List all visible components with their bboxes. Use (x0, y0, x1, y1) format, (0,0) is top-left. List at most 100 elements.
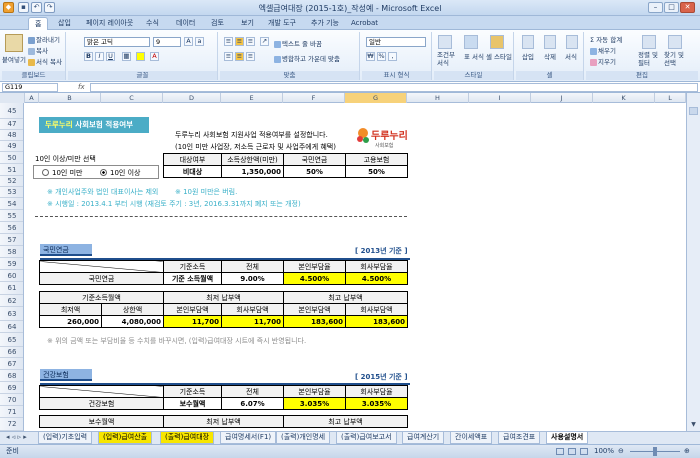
table-cell[interactable]: 260,000 (39, 315, 102, 328)
table-cell[interactable]: 4.500% (345, 272, 408, 285)
sheet-tab[interactable]: 간이세액표 (450, 432, 493, 444)
italic-icon[interactable]: I (95, 52, 104, 61)
zoom-slider-thumb[interactable] (653, 447, 657, 456)
row-header[interactable]: 63 (0, 307, 23, 321)
table-cell[interactable]: 6.07% (221, 397, 284, 410)
row-header[interactable]: 65 (0, 333, 23, 347)
align-right-icon[interactable]: ≡ (246, 52, 255, 61)
table-cell[interactable]: 183,600 (283, 315, 346, 328)
tab-data[interactable]: 데이터 (170, 17, 201, 30)
row-header[interactable]: 67 (0, 358, 23, 370)
row-header[interactable]: 66 (0, 347, 23, 358)
cell-styles-icon[interactable] (490, 35, 504, 49)
column-header[interactable]: B (39, 93, 101, 103)
copy-button[interactable]: 복사 (28, 45, 48, 55)
page-layout-view-icon[interactable] (568, 448, 576, 455)
percent-icon[interactable]: % (377, 52, 386, 61)
column-header[interactable]: E (221, 93, 283, 103)
comma-icon[interactable]: , (388, 52, 397, 61)
row-header[interactable]: 60 (0, 270, 23, 282)
align-center-icon[interactable]: ≡ (235, 52, 244, 61)
row-header[interactable]: 72 (0, 418, 23, 431)
tab-page-layout[interactable]: 페이지 레이아웃 (80, 17, 139, 30)
zoom-in-icon[interactable]: ⊕ (684, 445, 690, 458)
row-header[interactable]: 59 (0, 258, 23, 270)
row-header[interactable]: 70 (0, 394, 23, 406)
delete-button[interactable]: 삭제 (544, 51, 556, 61)
insert-button[interactable]: 삽입 (522, 51, 534, 61)
fill-color-icon[interactable] (136, 52, 145, 61)
binoculars-icon[interactable] (668, 35, 682, 49)
row-header[interactable]: 64 (0, 321, 23, 333)
format-button[interactable]: 서식 (565, 51, 577, 61)
minimize-button[interactable]: – (648, 2, 663, 13)
row-header[interactable]: 69 (0, 382, 23, 394)
paste-icon[interactable] (5, 34, 23, 52)
column-header[interactable]: J (531, 93, 593, 103)
sheet-tab[interactable]: (출력)개인명세 (276, 432, 331, 444)
conditional-format-button[interactable]: 조건부 서식 (437, 51, 457, 67)
align-left-icon[interactable]: ≡ (224, 52, 233, 61)
font-size-combo[interactable]: 9 (153, 37, 181, 47)
row-header[interactable]: 52 (0, 176, 23, 187)
bold-icon[interactable]: B (84, 52, 93, 61)
row-header[interactable]: 57 (0, 234, 23, 246)
table-cell[interactable]: 183,600 (345, 315, 408, 328)
border-icon[interactable]: ▦ (122, 52, 131, 61)
sheet-tab[interactable]: (입력)급여산출 (98, 432, 153, 444)
paste-button[interactable]: 붙여넣기 (2, 54, 26, 64)
table-cell[interactable]: 50% (345, 165, 408, 178)
column-header[interactable]: L (655, 93, 686, 103)
fill-button[interactable]: 채우기 (590, 45, 616, 55)
clear-button[interactable]: 지우기 (590, 56, 616, 66)
row-header[interactable]: 55 (0, 210, 23, 222)
table-cell[interactable]: 비대상 (163, 165, 222, 178)
row-header[interactable]: 51 (0, 164, 23, 176)
sheet-tab[interactable]: (출력)급여보고서 (336, 432, 397, 444)
merge-center-button[interactable]: 병합하고 가운데 맞춤 (274, 53, 340, 63)
row-header[interactable]: 56 (0, 222, 23, 234)
table-cell[interactable]: 11,700 (221, 315, 284, 328)
font-color-icon[interactable]: A (150, 52, 159, 61)
tab-home[interactable]: 홈 (28, 17, 49, 30)
maximize-button[interactable]: □ (664, 2, 679, 13)
table-cell[interactable]: 보수월액 (163, 397, 222, 410)
grow-font-icon[interactable]: A (184, 37, 193, 46)
scroll-down-icon[interactable]: ▼ (689, 421, 698, 429)
column-header[interactable]: C (101, 93, 163, 103)
shrink-font-icon[interactable]: a (195, 37, 204, 46)
formula-input[interactable] (90, 83, 698, 92)
table-cell[interactable]: 기준 소득월액 (163, 272, 222, 285)
row-header[interactable]: 53 (0, 187, 23, 198)
row-header[interactable]: 68 (0, 370, 23, 382)
tab-developer[interactable]: 개발 도구 (262, 17, 302, 30)
sort-filter-icon[interactable] (642, 35, 656, 49)
radio-over-10[interactable] (100, 169, 107, 176)
find-select-button[interactable]: 찾기 및 선택 (664, 51, 688, 67)
align-bottom-icon[interactable]: ≡ (246, 37, 255, 46)
tab-formulas[interactable]: 수식 (140, 17, 165, 30)
wrap-text-button[interactable]: 텍스트 줄 바꿈 (274, 38, 322, 48)
row-header[interactable]: 49 (0, 141, 23, 152)
format-cells-icon[interactable] (566, 35, 578, 49)
number-format-combo[interactable]: 일반 (366, 37, 426, 47)
tab-review[interactable]: 검토 (205, 17, 230, 30)
tab-acrobat[interactable]: Acrobat (345, 17, 384, 30)
zoom-out-icon[interactable]: ⊖ (618, 445, 624, 458)
row-header[interactable]: 58 (0, 246, 23, 258)
close-button[interactable]: ✕ (680, 2, 695, 13)
table-cell[interactable]: 3.035% (283, 397, 346, 410)
row-header[interactable]: 48 (0, 130, 23, 141)
column-header[interactable]: H (407, 93, 469, 103)
delete-cells-icon[interactable] (544, 35, 556, 49)
sheet-nav-icon[interactable]: ◂ ◃ ▹ ▸ (2, 432, 38, 444)
table-cell[interactable]: 11,700 (163, 315, 222, 328)
table-cell[interactable]: 9.00% (221, 272, 284, 285)
cut-button[interactable]: 잘라내기 (28, 34, 60, 44)
column-header[interactable]: I (469, 93, 531, 103)
sheet-tab[interactable]: 급여조견표 (498, 432, 541, 444)
orientation-icon[interactable]: ↗ (260, 37, 269, 46)
table-cell[interactable]: 4,080,000 (101, 315, 164, 328)
autosum-button[interactable]: Σ 자동 합계 (590, 34, 622, 44)
tab-addins[interactable]: 추가 기능 (305, 17, 345, 30)
